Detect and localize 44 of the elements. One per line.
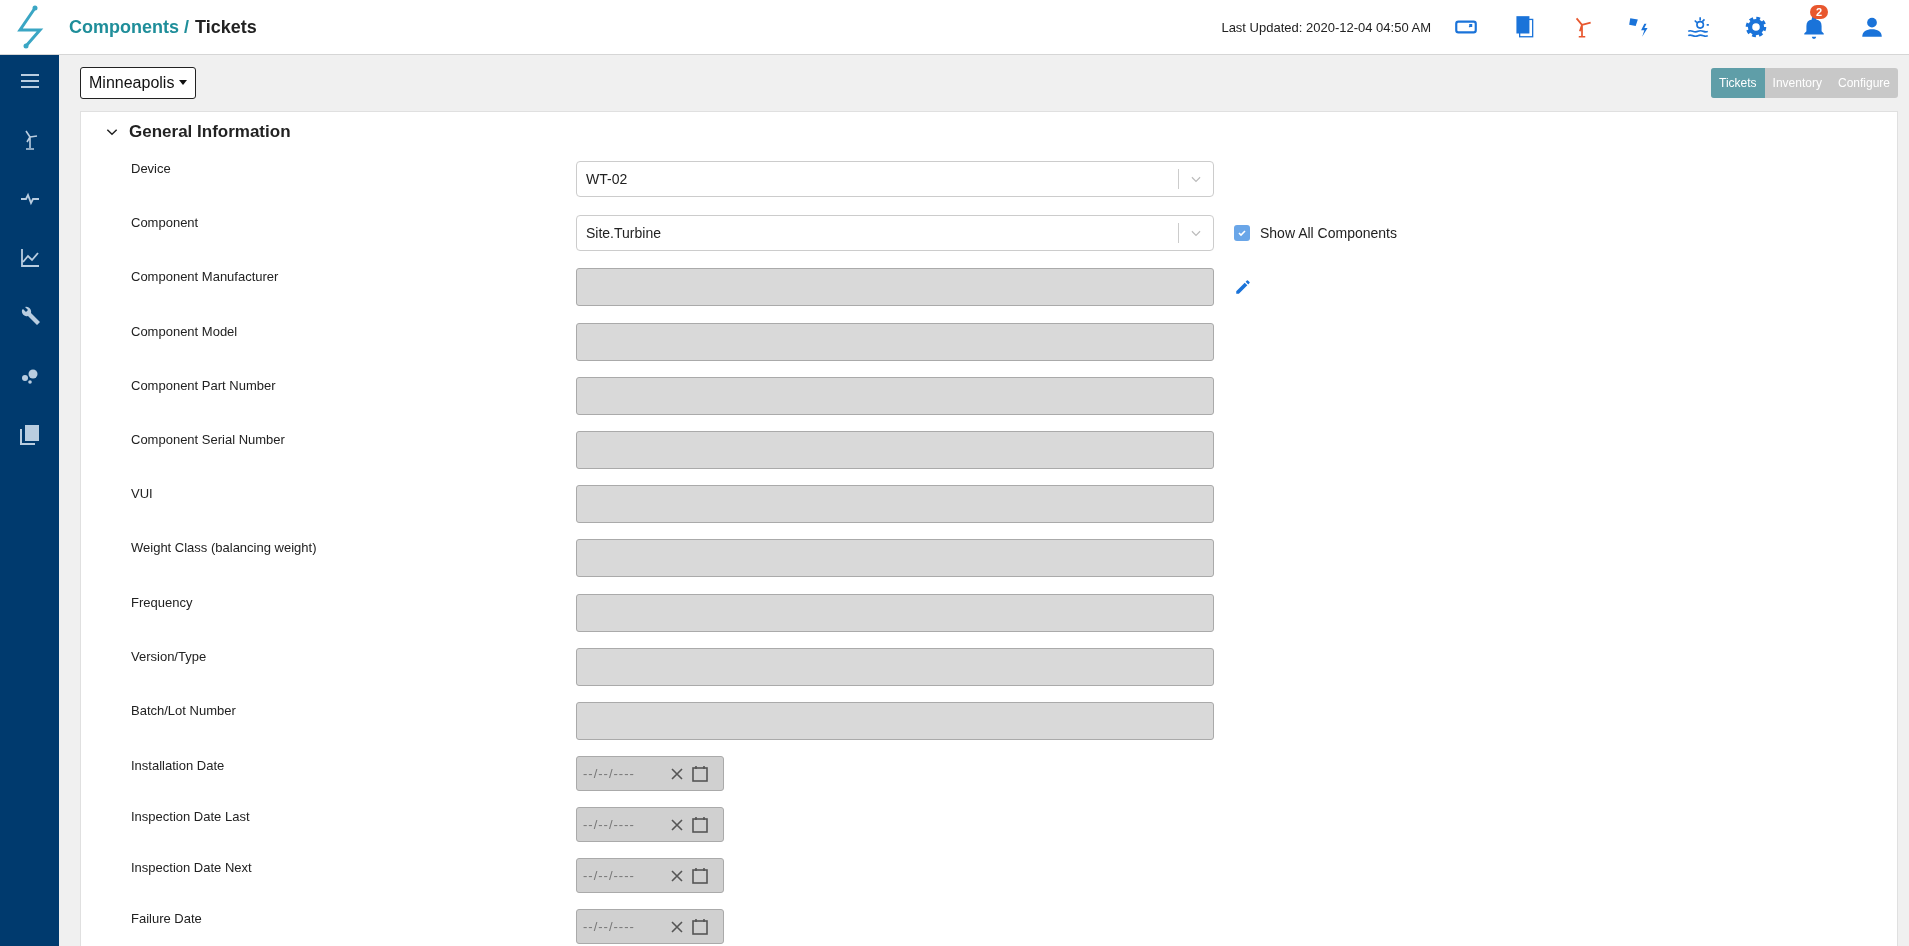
calendar-icon[interactable]	[691, 866, 709, 885]
site-dropdown[interactable]: Minneapolis	[80, 66, 197, 99]
breadcrumb-link[interactable]: Components /	[69, 16, 189, 38]
checkmark-icon	[1237, 228, 1247, 239]
field-label: VUI	[130, 486, 154, 502]
logo-icon[interactable]	[14, 5, 45, 49]
field-label: Failure Date	[130, 911, 203, 927]
settings-icon[interactable]	[1743, 14, 1769, 40]
notification-badge: 2	[1810, 5, 1829, 19]
dropdown-field[interactable]: WT-02	[576, 161, 1214, 198]
view-tab[interactable]: Tickets	[1711, 67, 1765, 98]
field-label: Component Model	[130, 323, 239, 339]
field-label: Component Part Number	[130, 377, 277, 393]
dropdown-field[interactable]: Site.Turbine	[576, 215, 1214, 252]
checkbox-label: Show All Components	[1260, 225, 1397, 242]
calendar-icon[interactable]	[691, 815, 709, 834]
calendar-icon[interactable]	[691, 917, 709, 936]
field-label: Installation Date	[130, 758, 226, 774]
field-label: Component Manufacturer	[130, 269, 280, 285]
field-label: Component	[130, 215, 200, 231]
close-icon[interactable]	[669, 918, 685, 935]
field-label: Inspection Date Last	[130, 809, 251, 825]
close-icon[interactable]	[669, 867, 685, 884]
last-updated-text: Last Updated: 2020-12-04 04:50 AM	[1221, 19, 1431, 35]
date-field[interactable]: --/--/----	[576, 858, 724, 894]
calendar-icon[interactable]	[691, 764, 709, 783]
field-label: Device	[130, 161, 172, 176]
page-title: Tickets	[195, 16, 257, 38]
caret-icon	[179, 80, 188, 85]
book-icon[interactable]	[17, 423, 42, 447]
field-label: Inspection Date Next	[130, 860, 253, 876]
checkbox[interactable]	[1234, 225, 1250, 242]
field-label: Component Serial Number	[130, 431, 286, 447]
date-field[interactable]: --/--/----	[576, 909, 724, 945]
sun-water-icon[interactable]	[1685, 14, 1711, 40]
date-field[interactable]: --/--/----	[576, 756, 724, 792]
section-title: General Information	[129, 122, 291, 142]
date-field[interactable]: --/--/----	[576, 807, 724, 843]
field-label: Version/Type	[130, 648, 208, 664]
field-label: Weight Class (balancing weight)	[130, 540, 318, 556]
close-icon[interactable]	[669, 765, 685, 782]
close-icon[interactable]	[669, 816, 685, 833]
field-label: Batch/Lot Number	[130, 702, 237, 718]
field-label: Frequency	[130, 594, 194, 610]
